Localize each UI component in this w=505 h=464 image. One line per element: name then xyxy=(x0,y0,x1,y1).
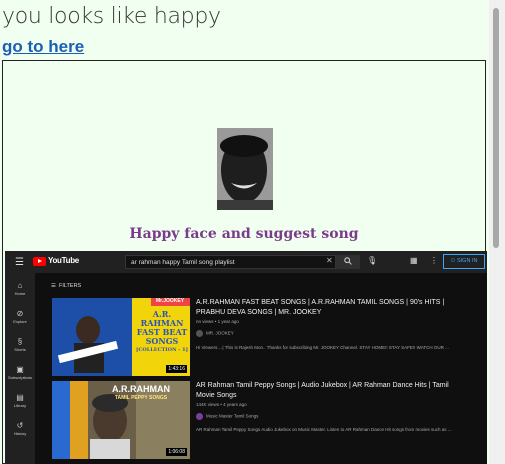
search-button[interactable] xyxy=(336,255,360,269)
home-icon: ⌂ xyxy=(17,281,23,290)
thumb-text: A.R.RAHMAN xyxy=(112,384,170,394)
captured-face-image xyxy=(217,128,273,210)
sidebar-item-shorts[interactable]: § Shorts xyxy=(5,337,35,352)
video-thumbnail[interactable]: A.R.RAHMAN TAMIL PEPPY SONGS 1:06:08 xyxy=(52,381,190,459)
video-meta: nn views • 1 year ago xyxy=(196,319,239,324)
shorts-icon: § xyxy=(17,337,23,346)
filters-button[interactable]: ☰ FILTERS xyxy=(51,283,81,289)
library-icon: ▤ xyxy=(16,393,24,402)
channel-avatar xyxy=(196,330,203,337)
video-description: Hi Viewers....| This is Rajesh Mon.. Tha… xyxy=(196,345,449,350)
sidebar-label: History xyxy=(13,431,27,436)
microphone-icon[interactable]: 🎙 xyxy=(367,256,377,265)
search-input[interactable]: ar rahman happy Tamil song playlist xyxy=(125,255,336,269)
video-thumbnail[interactable]: Mr.JOOKEY A.R. RAHMAN FAST BEAT SONGS [C… xyxy=(52,298,190,376)
sidebar-item-history[interactable]: ↺ History xyxy=(5,421,35,436)
thumb-text: TAMIL PEPPY SONGS xyxy=(114,395,168,401)
channel-link[interactable]: MR. JOOKEY xyxy=(196,330,234,337)
video-title[interactable]: AR Rahman Tamil Peppy Songs | Audio Juke… xyxy=(196,381,476,400)
youtube-sidebar: ⌂ Home ⊘ Explore § Shorts ▣ Subscription… xyxy=(5,273,35,464)
caption-text: Happy face and suggest song xyxy=(129,226,359,242)
thumbnail-badge: Mr.JOOKEY xyxy=(156,298,185,304)
video-duration: 1:06:08 xyxy=(166,448,187,456)
channel-name: MR. JOOKEY xyxy=(206,330,234,336)
go-to-here-link[interactable]: go to here xyxy=(2,37,84,57)
sidebar-item-library[interactable]: ▤ Library xyxy=(5,393,35,408)
sidebar-item-subscriptions[interactable]: ▣ Subscriptions xyxy=(5,365,35,380)
history-icon: ↺ xyxy=(16,421,24,430)
video-title-line: A.R.RAHMAN FAST BEAT SONGS | A.R.RAHMAN … xyxy=(196,299,445,306)
video-meta: 144K views • 4 years ago xyxy=(196,402,247,407)
video-title-line: Movie Songs xyxy=(196,391,237,399)
thumb-text: [COLLECTION - 1] xyxy=(136,347,188,353)
sidebar-item-home[interactable]: ⌂ Home xyxy=(5,281,35,296)
filter-icon: ☰ xyxy=(51,283,56,289)
thumbnail-title: A.R.RAHMAN TAMIL PEPPY SONGS xyxy=(92,385,190,403)
sign-in-button[interactable]: ⚇ SIGN IN xyxy=(443,254,485,269)
thumb-text: SONGS xyxy=(145,336,179,346)
search-icon xyxy=(344,257,352,265)
scrollbar-thumb[interactable] xyxy=(493,8,499,248)
explore-icon: ⊘ xyxy=(16,309,24,318)
sidebar-label: Shorts xyxy=(14,347,26,352)
video-title-line: PRABHU DEVA SONGS | MR. JOOKEY xyxy=(196,308,322,316)
face-photo-icon xyxy=(217,128,273,210)
video-title-line: AR Rahman Tamil Peppy Songs | Audio Juke… xyxy=(196,382,449,389)
video-title[interactable]: A.R.RAHMAN FAST BEAT SONGS | A.R.RAHMAN … xyxy=(196,298,476,317)
channel-link[interactable]: Music Master Tamil Songs xyxy=(196,413,258,420)
sidebar-label: Explore xyxy=(13,319,27,324)
sidebar-label: Subscriptions xyxy=(7,375,32,380)
video-duration: 1:43:16 xyxy=(166,365,187,373)
sidebar-label: Home xyxy=(14,291,26,296)
mood-headline: you looks like happy xyxy=(2,4,221,29)
subscriptions-icon: ▣ xyxy=(16,365,24,374)
channel-name: Music Master Tamil Songs xyxy=(206,413,259,419)
vertical-scrollbar[interactable] xyxy=(489,0,505,464)
youtube-embed-screenshot: ☰ YouTube ar rahman happy Tamil song pla… xyxy=(5,251,487,464)
youtube-logo-icon[interactable] xyxy=(33,257,46,266)
sidebar-item-explore[interactable]: ⊘ Explore xyxy=(5,309,35,324)
channel-avatar xyxy=(196,413,203,420)
hamburger-menu-icon[interactable]: ☰ xyxy=(15,257,24,268)
clear-search-icon[interactable]: ✕ xyxy=(326,256,333,265)
more-options-icon[interactable]: ⋮ xyxy=(430,256,438,265)
sign-in-label: SIGN IN xyxy=(456,258,478,264)
sidebar-label: Library xyxy=(13,403,27,408)
thumbnail-title: A.R. RAHMAN FAST BEAT SONGS [COLLECTION … xyxy=(134,310,190,355)
video-description: AR Rahman Tamil Peppy Songs Audio Jukebo… xyxy=(196,427,452,432)
filters-label: FILTERS xyxy=(59,283,82,289)
apps-grid-icon[interactable]: ▦ xyxy=(410,256,418,265)
youtube-topbar: ☰ YouTube ar rahman happy Tamil song pla… xyxy=(5,251,487,273)
youtube-brand[interactable]: YouTube xyxy=(48,256,79,265)
